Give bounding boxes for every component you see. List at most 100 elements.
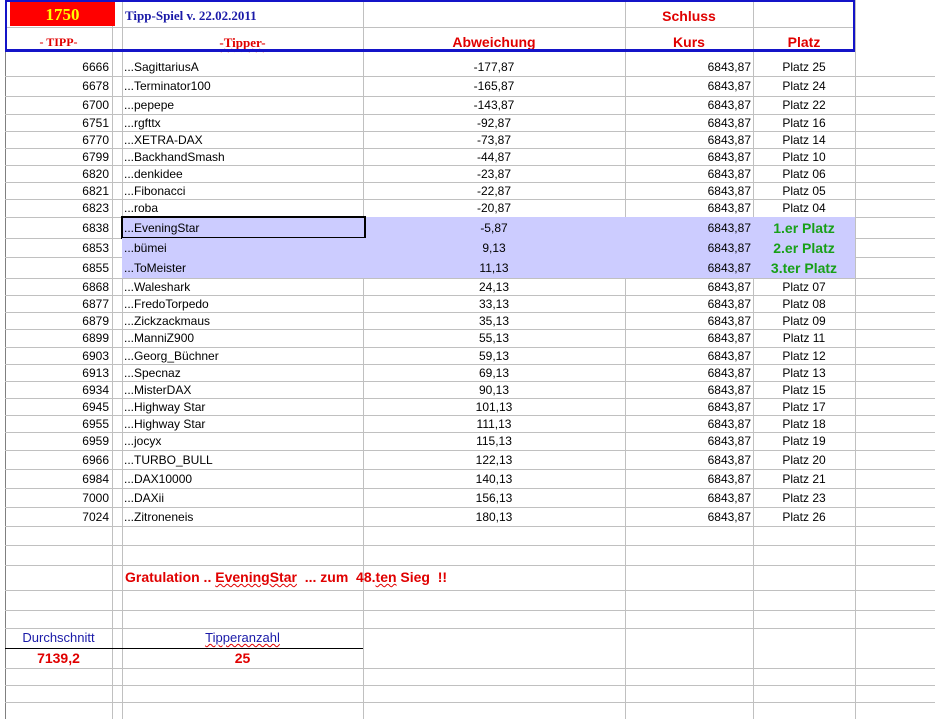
abweichung-cell[interactable]: -143,87 [363,99,625,111]
kurs-cell[interactable]: 6843,87 [625,117,751,129]
platz-cell[interactable]: Platz 18 [753,418,855,430]
tipp-cell[interactable]: 6934 [5,384,109,396]
tipp-cell[interactable]: 6823 [5,202,109,214]
abweichung-cell[interactable]: 24,13 [363,281,625,293]
tipp-cell[interactable]: 6903 [5,350,109,362]
tipp-cell[interactable]: 7000 [5,492,109,504]
tipp-cell[interactable]: 6913 [5,367,109,379]
kurs-cell[interactable]: 6843,87 [625,332,751,344]
platz-cell[interactable]: Platz 04 [753,202,855,214]
platz-cell[interactable]: 2.er Platz [753,241,855,255]
kurs-cell[interactable]: 6843,87 [625,384,751,396]
platz-cell[interactable]: Platz 20 [753,454,855,466]
tipp-cell[interactable]: 6855 [5,262,109,274]
kurs-cell[interactable]: 6843,87 [625,134,751,146]
platz-cell[interactable]: Platz 24 [753,80,855,92]
kurs-cell[interactable]: 6843,87 [625,281,751,293]
abweichung-cell[interactable]: 101,13 [363,401,625,413]
platz-cell[interactable]: 3.ter Platz [753,261,855,275]
kurs-cell[interactable]: 6843,87 [625,492,751,504]
abweichung-cell[interactable]: 90,13 [363,384,625,396]
platz-cell[interactable]: Platz 23 [753,492,855,504]
abweichung-cell[interactable]: 180,13 [363,511,625,523]
tipper-cell[interactable]: ...XETRA-DAX [124,134,203,146]
abweichung-cell[interactable]: 115,13 [363,435,625,447]
abweichung-cell[interactable]: -5,87 [363,222,625,234]
tipper-cell[interactable]: ...Georg_Büchner [124,350,219,362]
kurs-cell[interactable]: 6843,87 [625,151,751,163]
abweichung-cell[interactable]: 55,13 [363,332,625,344]
kurs-cell[interactable]: 6843,87 [625,473,751,485]
tipper-cell[interactable]: ...roba [124,202,158,214]
platz-cell[interactable]: Platz 06 [753,168,855,180]
tipp-cell[interactable]: 6899 [5,332,109,344]
tipper-cell[interactable]: ...Waleshark [124,281,190,293]
tipper-cell[interactable]: ...TURBO_BULL [124,454,213,466]
tipp-cell[interactable]: 6966 [5,454,109,466]
platz-cell[interactable]: Platz 14 [753,134,855,146]
kurs-cell[interactable]: 6843,87 [625,367,751,379]
tipper-cell[interactable]: ...Specnaz [124,367,181,379]
kurs-cell[interactable]: 6843,87 [625,298,751,310]
abweichung-cell[interactable]: -165,87 [363,80,625,92]
abweichung-cell[interactable]: -22,87 [363,185,625,197]
tipp-cell[interactable]: 6868 [5,281,109,293]
abweichung-cell[interactable]: 11,13 [363,262,625,274]
tipper-cell[interactable]: ...MisterDAX [124,384,191,396]
abweichung-cell[interactable]: -92,87 [363,117,625,129]
tipp-cell[interactable]: 6666 [5,61,109,73]
kurs-cell[interactable]: 6843,87 [625,435,751,447]
abweichung-cell[interactable]: 111,13 [363,418,625,430]
tipp-cell[interactable]: 6821 [5,185,109,197]
tipp-cell[interactable]: 6877 [5,298,109,310]
tipper-cell[interactable]: ...bümei [124,242,167,254]
kurs-cell[interactable]: 6843,87 [625,242,751,254]
abweichung-cell[interactable]: -20,87 [363,202,625,214]
tipp-cell[interactable]: 6984 [5,473,109,485]
kurs-cell[interactable]: 6843,87 [625,99,751,111]
platz-cell[interactable]: Platz 25 [753,61,855,73]
tipper-cell[interactable]: ...ToMeister [124,262,186,274]
platz-cell[interactable]: Platz 07 [753,281,855,293]
kurs-cell[interactable]: 6843,87 [625,202,751,214]
tipper-cell[interactable]: ...Zitroneneis [124,511,193,523]
platz-cell[interactable]: Platz 10 [753,151,855,163]
tipper-cell[interactable]: ...Fibonacci [124,185,185,197]
abweichung-cell[interactable]: -44,87 [363,151,625,163]
kurs-cell[interactable]: 6843,87 [625,185,751,197]
tipp-cell[interactable]: 6751 [5,117,109,129]
selected-cell-cursor[interactable] [121,216,366,239]
platz-cell[interactable]: Platz 17 [753,401,855,413]
kurs-cell[interactable]: 6843,87 [625,350,751,362]
tipper-cell[interactable]: ...DAX10000 [124,473,192,485]
tipper-cell[interactable]: ...Highway Star [124,401,205,413]
platz-cell[interactable]: Platz 15 [753,384,855,396]
tipp-cell[interactable]: 6799 [5,151,109,163]
tipper-cell[interactable]: ...rgfttx [124,117,161,129]
kurs-cell[interactable]: 6843,87 [625,222,751,234]
platz-cell[interactable]: Platz 13 [753,367,855,379]
abweichung-cell[interactable]: 33,13 [363,298,625,310]
platz-cell[interactable]: Platz 21 [753,473,855,485]
kurs-cell[interactable]: 6843,87 [625,315,751,327]
platz-cell[interactable]: Platz 26 [753,511,855,523]
platz-cell[interactable]: Platz 11 [753,332,855,344]
platz-cell[interactable]: Platz 22 [753,99,855,111]
kurs-cell[interactable]: 6843,87 [625,401,751,413]
abweichung-cell[interactable]: 122,13 [363,454,625,466]
platz-cell[interactable]: Platz 16 [753,117,855,129]
tipp-cell[interactable]: 6879 [5,315,109,327]
abweichung-cell[interactable]: 69,13 [363,367,625,379]
tipp-cell[interactable]: 6820 [5,168,109,180]
platz-cell[interactable]: Platz 09 [753,315,855,327]
tipp-cell[interactable]: 6678 [5,80,109,92]
platz-cell[interactable]: Platz 05 [753,185,855,197]
tipp-cell[interactable]: 6945 [5,401,109,413]
tipper-cell[interactable]: ...DAXii [124,492,164,504]
tipper-cell[interactable]: ...ManniZ900 [124,332,194,344]
tipp-cell[interactable]: 6853 [5,242,109,254]
kurs-cell[interactable]: 6843,87 [625,418,751,430]
abweichung-cell[interactable]: -23,87 [363,168,625,180]
abweichung-cell[interactable]: 59,13 [363,350,625,362]
tipper-cell[interactable]: ...denkidee [124,168,183,180]
